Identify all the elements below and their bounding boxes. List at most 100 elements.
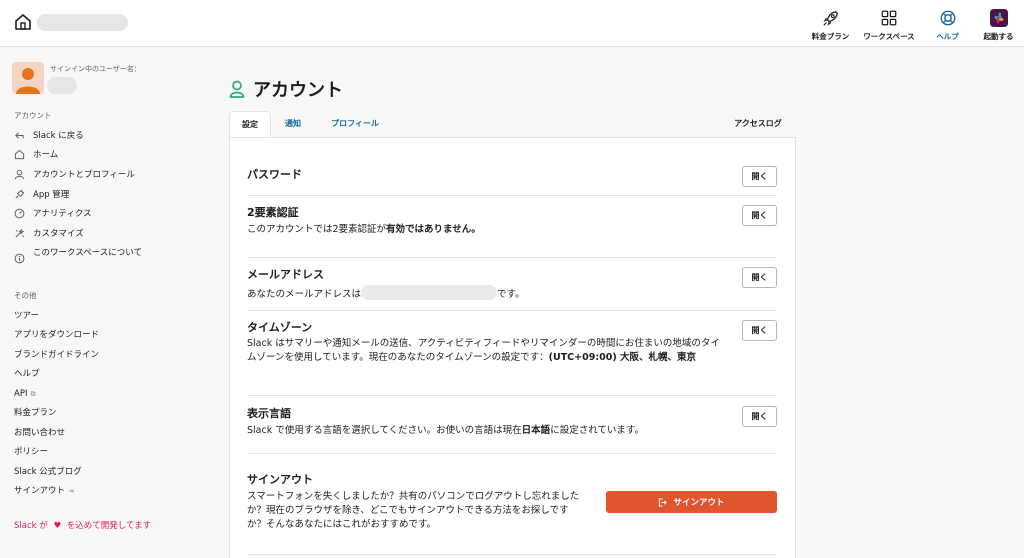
account-section-title: アカウント [14, 111, 52, 120]
sidebar-link-sign-out[interactable]: サインアウト ⇥ [14, 485, 74, 497]
sidebar-link-download-apps[interactable]: アプリをダウンロード [14, 329, 99, 341]
sidebar-item-about-workspace[interactable]: このワークスペースについて [14, 247, 143, 265]
signout-description: スマートフォンを失くしましたか？共有のパソコンでログアウトし忘れましたか？現在の… [247, 491, 580, 530]
made-with-before: Slack が [14, 521, 48, 531]
two-factor-desc-text: このアカウントでは2要素認証が [247, 224, 387, 235]
two-factor-open-button[interactable]: 開く [742, 205, 777, 226]
nav-pricing-label: 料金プラン [811, 32, 850, 41]
made-with-after: を込めて開発してます [66, 521, 152, 531]
home-icon[interactable] [13, 12, 33, 32]
sidebar-item-label: Slack に戻る [33, 131, 84, 141]
language-title: 表示言語 [247, 407, 291, 420]
made-with-love: Slack が ♥ を込めて開発してます [14, 519, 151, 531]
user-icon [14, 169, 25, 180]
timezone-description: Slack はサマリーや通知メールの送信、アクティビティフィードやリマインダーの… [247, 337, 727, 365]
slack-logo-icon [989, 9, 1008, 27]
tab-settings[interactable]: 設定 [229, 111, 271, 138]
two-factor-description: このアカウントでは2要素認証が有効ではありません。 [247, 223, 481, 237]
sidebar-item-label: ホーム [33, 150, 59, 160]
page-header: アカウント [229, 76, 343, 102]
lifebuoy-icon [940, 10, 955, 26]
nav-launch-label: 起動する [983, 32, 1014, 41]
sidebar-item-label: アカウントとプロフィール [33, 170, 135, 180]
email-address-masked [361, 285, 498, 300]
signed-in-caption: サインイン中のユーザー名： [50, 65, 141, 73]
tab-profile[interactable]: プロフィール [323, 111, 387, 138]
top-bar: 料金プラン ワークスペース ヘルプ 起動する [0, 0, 1024, 47]
heart-icon: ♥ [53, 521, 62, 531]
signout-everywhere-button[interactable]: サインアウト [606, 491, 777, 513]
top-nav: 料金プラン ワークスペース ヘルプ 起動する [805, 0, 1024, 47]
rocket-icon [822, 11, 838, 26]
two-factor-status: 有効ではありません。 [386, 224, 481, 235]
plug-icon [15, 189, 25, 199]
workspace-name-masked[interactable] [37, 14, 128, 31]
sidebar-item-app-management[interactable]: App 管理 [14, 189, 69, 207]
password-title: パスワード [247, 168, 302, 181]
sidebar-link-api-label: API [14, 389, 28, 399]
divider [247, 395, 776, 396]
nav-launch[interactable]: 起動する [973, 0, 1024, 47]
language-value: 日本語 [521, 425, 551, 436]
nav-workspaces-label: ワークスペース [863, 32, 915, 41]
sidebar-item-label: カスタマイズ [33, 229, 84, 239]
nav-help[interactable]: ヘルプ [922, 0, 973, 47]
divider [247, 195, 776, 196]
sidebar-item-label: App 管理 [33, 190, 70, 200]
signout-icon [659, 497, 668, 507]
tab-notifications[interactable]: 通知 [277, 111, 309, 138]
divider [247, 554, 776, 555]
two-factor-title: 2要素認証 [247, 206, 299, 219]
email-open-button[interactable]: 開く [742, 267, 777, 288]
tab-access-logs[interactable]: アクセスログ [727, 111, 789, 138]
sidebar-item-account-profile[interactable]: アカウントとプロフィール [14, 169, 135, 187]
sidebar-link-policies[interactable]: ポリシー [14, 446, 48, 458]
sidebar-item-home[interactable]: ホーム [14, 149, 58, 167]
sidebar-link-blog[interactable]: Slack 公式ブログ [14, 466, 82, 478]
sidebar-link-tour[interactable]: ツアー [14, 310, 39, 322]
password-open-button[interactable]: 開く [742, 166, 777, 187]
timezone-value: (UTC+09:00) 大阪、札幌、東京 [548, 352, 696, 363]
email-desc-before: あなたのメールアドレスは [247, 289, 362, 300]
sidebar-link-api[interactable]: API ⧉ [14, 388, 35, 400]
signout-button-label: サインアウト [673, 498, 725, 508]
signout-small-icon: ⇥ [68, 487, 74, 495]
sidebar-link-help[interactable]: ヘルプ [14, 368, 40, 380]
language-desc-before: Slack で使用する言語を選択してください。お使いの言語は現在 [247, 425, 522, 436]
email-desc-after: です。 [497, 289, 525, 300]
account-user-icon [229, 80, 245, 98]
sidebar-link-brand-guidelines[interactable]: ブランドガイドライン [14, 349, 99, 361]
language-open-button[interactable]: 開く [742, 406, 777, 427]
sidebar-item-customize[interactable]: カスタマイズ [14, 228, 84, 246]
language-desc-after: に設定されています。 [550, 425, 644, 436]
palette-icon [15, 228, 25, 238]
info-icon [14, 253, 25, 264]
email-title: メールアドレス [247, 268, 324, 281]
signout-title: サインアウト [247, 473, 313, 486]
gauge-icon [14, 208, 25, 219]
timezone-title: タイムゾーン [247, 321, 313, 334]
sidebar-link-contact[interactable]: お問い合わせ [14, 427, 65, 439]
divider [247, 257, 776, 258]
nav-help-label: ヘルプ [936, 32, 959, 41]
sidebar-item-label: アナリティクス [33, 209, 92, 219]
sidebar: サインイン中のユーザー名： アカウント Slack に戻る ホーム アカウントと… [0, 48, 160, 558]
grid-icon [881, 10, 897, 26]
divider [247, 310, 776, 311]
sidebar-link-pricing[interactable]: 料金プラン [14, 407, 57, 419]
external-link-icon: ⧉ [30, 390, 36, 398]
language-description: Slack で使用する言語を選択してください。お使いの言語は現在日本語に設定され… [247, 424, 644, 438]
nav-pricing[interactable]: 料金プラン [805, 0, 856, 47]
page-title: アカウント [253, 80, 343, 101]
other-section-title: その他 [14, 291, 37, 300]
sidebar-item-back-to-slack[interactable]: Slack に戻る [14, 130, 84, 148]
sidebar-item-analytics[interactable]: アナリティクス [14, 208, 92, 226]
timezone-open-button[interactable]: 開く [742, 320, 777, 341]
nav-workspaces[interactable]: ワークスペース [856, 0, 922, 47]
email-description: あなたのメールアドレスは です。 [247, 285, 525, 302]
avatar [12, 62, 44, 94]
sidebar-item-label: このワークスペースについて [33, 248, 142, 258]
arrow-back-icon [15, 132, 24, 139]
user-name-masked [47, 77, 77, 94]
divider [247, 453, 776, 454]
